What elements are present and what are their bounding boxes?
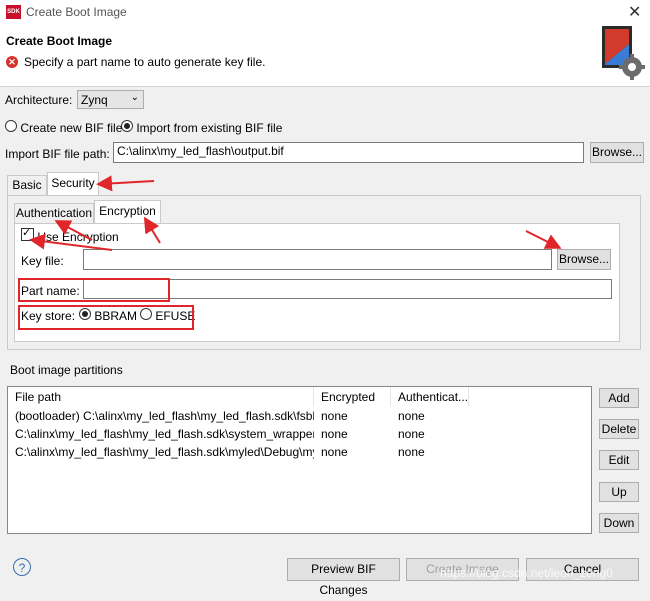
column-header-file-path[interactable]: File path [8, 387, 314, 407]
cell-file-path: (bootloader) C:\alinx\my_led_flash\my_le… [15, 409, 314, 423]
watermark-text: https://blog.csdn.net/leon_zeng0 [440, 566, 613, 580]
import-path-label: Import BIF file path: [5, 147, 110, 161]
error-message: Specify a part name to auto generate key… [24, 55, 266, 69]
close-icon[interactable]: ✕ [628, 2, 641, 22]
create-bif-radio[interactable]: Create new BIF file [5, 120, 122, 135]
import-bif-radio[interactable]: Import from existing BIF file [121, 120, 282, 135]
create-bif-label: Create new BIF file [20, 121, 123, 135]
key-file-input[interactable] [83, 249, 552, 270]
use-encryption-checkbox[interactable]: Use Encryption [21, 226, 119, 244]
checkbox-checked-icon [21, 226, 34, 241]
help-icon[interactable]: ? [13, 558, 31, 576]
architecture-value: Zynq [81, 93, 108, 107]
delete-partition-button[interactable]: Delete [599, 419, 639, 439]
key-file-label: Key file: [21, 254, 64, 268]
arrow-security-tab [96, 175, 155, 192]
cell-authentication: none [398, 427, 425, 441]
radio-create-icon [5, 120, 17, 132]
cell-file-path: C:\alinx\my_led_flash\my_led_flash.sdk\m… [15, 445, 314, 459]
key-store-highlight [18, 305, 194, 330]
import-browse-button[interactable]: Browse... [590, 142, 644, 163]
move-down-button[interactable]: Down [599, 513, 639, 533]
column-header-encrypted[interactable]: Encrypted [314, 387, 391, 407]
sdk-app-icon: SDK [6, 5, 21, 19]
cell-authentication: none [398, 409, 425, 423]
radio-import-icon [121, 120, 133, 132]
tab-security[interactable]: Security [47, 172, 99, 196]
table-row[interactable]: C:\alinx\my_led_flash\my_led_flash.sdk\s… [8, 425, 591, 443]
tab-authentication[interactable]: Authentication [14, 203, 94, 224]
table-row[interactable]: C:\alinx\my_led_flash\my_led_flash.sdk\m… [8, 443, 591, 461]
add-partition-button[interactable]: Add [599, 388, 639, 408]
cell-encrypted: none [321, 409, 348, 423]
dialog-title: Create Boot Image [6, 34, 113, 48]
chevron-down-icon: ⌄ [130, 92, 139, 103]
window-title: Create Boot Image [26, 5, 127, 19]
cell-authentication: none [398, 445, 425, 459]
partitions-table: File path Encrypted Authenticat... (boot… [7, 386, 592, 534]
error-icon: ✕ [6, 56, 18, 68]
boot-image-gear-icon [602, 26, 645, 80]
edit-partition-button[interactable]: Edit [599, 450, 639, 470]
import-bif-label: Import from existing BIF file [136, 121, 283, 135]
architecture-label: Architecture: [5, 93, 73, 107]
tab-basic[interactable]: Basic [7, 175, 47, 196]
column-header-authentication[interactable]: Authenticat... [391, 387, 469, 407]
preview-bif-button[interactable]: Preview BIF Changes [287, 558, 400, 597]
key-file-browse-button[interactable]: Browse... [557, 249, 611, 270]
tab-encryption[interactable]: Encryption [94, 200, 161, 224]
table-row[interactable]: (bootloader) C:\alinx\my_led_flash\my_le… [8, 407, 591, 425]
use-encryption-label: Use Encryption [37, 230, 119, 244]
architecture-select[interactable]: Zynq ⌄ [77, 90, 144, 109]
partitions-label: Boot image partitions [10, 363, 123, 377]
cell-encrypted: none [321, 445, 348, 459]
part-name-highlight [18, 278, 170, 302]
cell-encrypted: none [321, 427, 348, 441]
move-up-button[interactable]: Up [599, 482, 639, 502]
cell-file-path: C:\alinx\my_led_flash\my_led_flash.sdk\s… [15, 427, 314, 441]
import-path-input[interactable]: C:\alinx\my_led_flash\output.bif [113, 142, 584, 163]
